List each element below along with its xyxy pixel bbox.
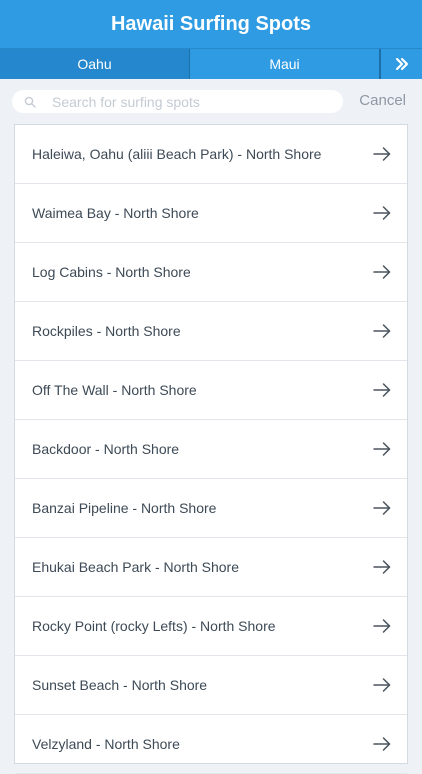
list-item[interactable]: Banzai Pipeline - North Shore (15, 479, 407, 538)
list-item[interactable]: Backdoor - North Shore (15, 420, 407, 479)
list-item-label: Sunset Beach - North Shore (32, 677, 208, 693)
list-item-label: Banzai Pipeline - North Shore (32, 500, 217, 516)
tab-maui[interactable]: Maui (190, 49, 380, 79)
list-item[interactable]: Off The Wall - North Shore (15, 361, 407, 420)
app-header: Hawaii Surfing Spots (0, 0, 422, 48)
list-item-label: Rockpiles - North Shore (32, 323, 181, 339)
arrow-right-icon (373, 383, 391, 397)
arrow-right-icon (373, 560, 391, 574)
search-icon (24, 96, 36, 108)
list-item[interactable]: Ehukai Beach Park - North Shore (15, 538, 407, 597)
tab-maui-label: Maui (269, 56, 300, 72)
cancel-button[interactable]: Cancel (359, 92, 406, 109)
list-item[interactable]: Sunset Beach - North Shore (15, 656, 407, 715)
search-input[interactable] (50, 92, 334, 111)
region-tab-bar: Oahu Maui (0, 48, 422, 79)
arrow-right-icon (373, 206, 391, 220)
arrow-right-icon (373, 501, 391, 515)
arrow-right-icon (373, 324, 391, 338)
list-item-label: Rocky Point (rocky Lefts) - North Shore (32, 618, 276, 634)
arrow-right-icon (373, 737, 391, 751)
list-item-label: Haleiwa, Oahu (aliii Beach Park) - North… (32, 146, 322, 162)
list-item[interactable]: Waimea Bay - North Shore (15, 184, 407, 243)
arrow-right-icon (373, 442, 391, 456)
list-item[interactable]: Rocky Point (rocky Lefts) - North Shore (15, 597, 407, 656)
spot-list: Haleiwa, Oahu (aliii Beach Park) - North… (14, 124, 408, 774)
search-field-container[interactable] (12, 90, 343, 113)
more-tabs-button[interactable] (380, 49, 422, 79)
list-item-label: Log Cabins - North Shore (32, 264, 191, 280)
arrow-right-icon (373, 265, 391, 279)
arrow-right-icon (373, 147, 391, 161)
chevron-right-double-icon (395, 57, 408, 71)
list-item[interactable]: Rockpiles - North Shore (15, 302, 407, 361)
list-item[interactable]: Log Cabins - North Shore (15, 243, 407, 302)
search-bar: Cancel (0, 79, 422, 124)
arrow-right-icon (373, 619, 391, 633)
tab-oahu-label: Oahu (77, 56, 112, 72)
list-item[interactable]: Velzyland - North Shore (15, 715, 407, 774)
tab-oahu[interactable]: Oahu (0, 49, 190, 79)
list-item-label: Off The Wall - North Shore (32, 382, 197, 398)
list-item-label: Waimea Bay - North Shore (32, 205, 199, 221)
list-item-label: Backdoor - North Shore (32, 441, 180, 457)
page-title: Hawaii Surfing Spots (110, 12, 312, 35)
list-item-label: Ehukai Beach Park - North Shore (32, 559, 239, 575)
arrow-right-icon (373, 678, 391, 692)
list-item[interactable]: Haleiwa, Oahu (aliii Beach Park) - North… (15, 125, 407, 184)
